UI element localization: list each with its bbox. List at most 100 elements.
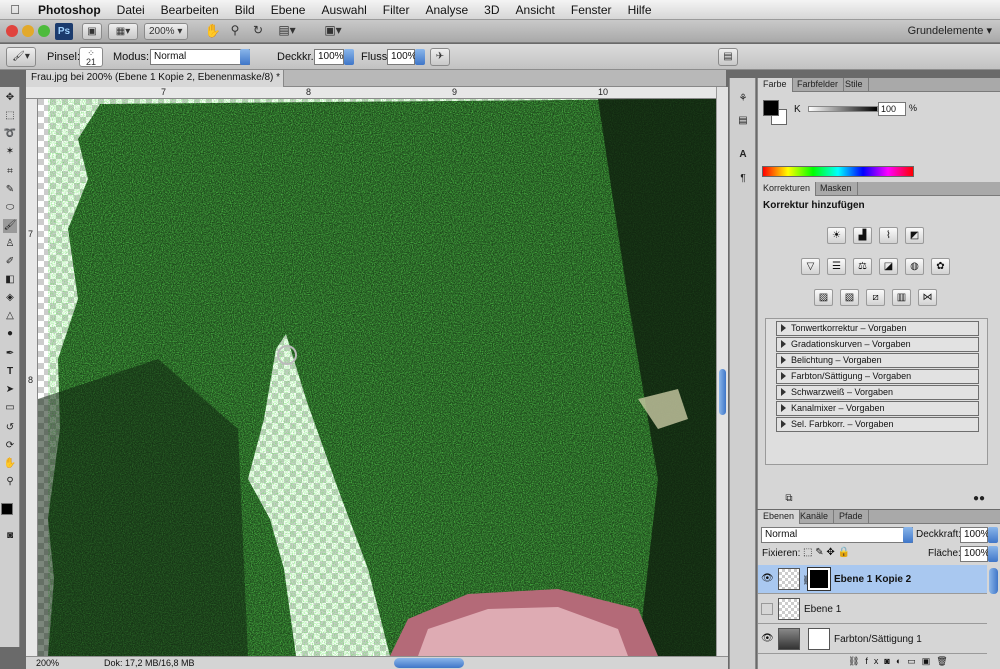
paragraph-icon[interactable]: ¶ (736, 172, 750, 186)
foreground-color-swatch[interactable] (1, 503, 13, 515)
layer-opacity-input[interactable]: 100% (960, 527, 990, 543)
hand-tool-icon[interactable]: ✋ (204, 23, 222, 40)
eye-icon[interactable]: 👁 (761, 633, 774, 645)
fill-dropdown-arrow-icon[interactable] (988, 546, 998, 562)
blend-mode-dropdown-arrow-icon[interactable] (903, 527, 913, 543)
zoom-tool-icon[interactable]: ⚲ (3, 475, 17, 489)
eraser-tool-icon[interactable]: ◧ (3, 273, 17, 287)
arrange-documents-icon[interactable]: ▤▾ (276, 23, 298, 40)
tab-masken[interactable]: Masken (815, 182, 858, 196)
airbrush-icon[interactable]: ✈ (430, 48, 450, 66)
layer-action-icons[interactable]: ⛓fx◙◐▭▣🗑 (848, 656, 954, 667)
reset-icon[interactable]: ●● (972, 492, 986, 506)
history-brush-tool-icon[interactable]: ✐ (3, 255, 17, 269)
menu-ebene[interactable]: Ebene (263, 3, 314, 17)
zoom-window-button[interactable] (38, 25, 50, 37)
tab-korrekturen[interactable]: Korrekturen (758, 182, 817, 196)
hue-saturation-icon[interactable]: ☰ (827, 258, 846, 275)
deckkraft-dropdown-arrow-icon[interactable] (344, 49, 354, 65)
type-tool-icon[interactable]: T (3, 365, 17, 379)
foreground-color-swatch[interactable] (763, 100, 779, 116)
layer-mask-thumbnail[interactable] (808, 628, 830, 650)
list-item[interactable]: Gradationskurven – Vorgaben (776, 337, 979, 352)
layer-row[interactable]: 👁 ⛓ Ebene 1 Kopie 2 (758, 565, 987, 594)
vibrance-icon[interactable]: ▽ (801, 258, 820, 275)
list-item[interactable]: Tonwertkorrektur – Vorgaben (776, 321, 979, 336)
image-canvas[interactable] (38, 99, 716, 656)
selective-color-icon[interactable]: ⋈ (918, 289, 937, 306)
menu-3d[interactable]: 3D (476, 3, 507, 17)
3d-orbit-tool-icon[interactable]: ⟳ (3, 439, 17, 453)
menu-analyse[interactable]: Analyse (417, 3, 476, 17)
tab-ebenen[interactable]: Ebenen (758, 510, 801, 524)
tab-farbfelder[interactable]: Farbfelder (792, 78, 845, 92)
tab-stile[interactable]: Stile (840, 78, 869, 92)
list-item[interactable]: Farbton/Sättigung – Vorgaben (776, 369, 979, 384)
menu-hilfe[interactable]: Hilfe (620, 3, 660, 17)
menu-bearbeiten[interactable]: Bearbeiten (153, 3, 227, 17)
bridge-icon[interactable]: ▣ (82, 23, 102, 40)
crop-tool-icon[interactable]: ⌗ (3, 165, 17, 179)
visibility-toggle-off[interactable] (761, 603, 773, 615)
marquee-tool-icon[interactable]: ⬚ (3, 109, 17, 123)
lasso-tool-icon[interactable]: ➰ (3, 127, 17, 141)
layer-row[interactable]: 👁 Farbton/Sättigung 1 (758, 625, 987, 654)
workspace-switcher[interactable]: Grundelemente ▾ (908, 24, 992, 37)
modus-select[interactable]: Normal (150, 49, 250, 65)
list-item[interactable]: Belichtung – Vorgaben (776, 353, 979, 368)
apple-icon[interactable]:  (0, 2, 30, 17)
dodge-tool-icon[interactable]: ● (3, 327, 17, 341)
k-slider[interactable] (808, 106, 878, 112)
menu-bild[interactable]: Bild (227, 3, 263, 17)
character-icon[interactable]: A (736, 148, 750, 162)
eyedropper-tool-icon[interactable]: ✎ (3, 183, 17, 197)
color-spectrum-bar[interactable] (762, 166, 914, 177)
deckkraft-input[interactable]: 100% (314, 49, 344, 65)
modus-dropdown-arrow-icon[interactable] (240, 49, 250, 65)
layer-mask-thumbnail[interactable] (807, 567, 831, 591)
clip-to-layer-icon[interactable]: ⧉ (782, 492, 796, 506)
photo-filter-icon[interactable]: ◍ (905, 258, 924, 275)
magic-wand-tool-icon[interactable]: ✶ (3, 145, 17, 159)
exposure-icon[interactable]: ◩ (905, 227, 924, 244)
view-extras-icon[interactable]: ▦▾ (108, 23, 138, 40)
k-value-input[interactable]: 100 (878, 102, 906, 116)
status-zoom[interactable]: 200% (36, 658, 59, 668)
document-tab[interactable]: Frau.jpg bei 200% (Ebene 1 Kopie 2, Eben… (26, 70, 284, 87)
rotate-view-icon[interactable]: ↻ (249, 23, 267, 40)
eye-icon[interactable]: 👁 (761, 573, 774, 585)
posterize-icon[interactable]: ▧ (840, 289, 859, 306)
fluss-dropdown-arrow-icon[interactable] (415, 49, 425, 65)
menu-fenster[interactable]: Fenster (563, 3, 620, 17)
canvas-vertical-scrollbar[interactable] (716, 87, 728, 656)
levels-icon[interactable]: ▟ (853, 227, 872, 244)
blur-tool-icon[interactable]: △ (3, 309, 17, 323)
tab-pfade[interactable]: Pfade (834, 510, 869, 524)
panel-toggle-icon[interactable]: ▤ (718, 48, 738, 66)
brightness-contrast-icon[interactable]: ☀ (827, 227, 846, 244)
path-selection-tool-icon[interactable]: ➤ (3, 383, 17, 397)
list-item[interactable]: Kanalmixer – Vorgaben (776, 401, 979, 416)
healing-brush-tool-icon[interactable]: ⬭ (3, 201, 17, 215)
quick-mask-icon[interactable]: ◙ (3, 529, 17, 543)
fluss-input[interactable]: 100% (387, 49, 417, 65)
history-icon[interactable]: ⚘ (736, 92, 750, 106)
brush-size-picker[interactable]: ⁘ 21 (79, 47, 103, 67)
menu-datei[interactable]: Datei (109, 3, 153, 17)
invert-icon[interactable]: ▨ (814, 289, 833, 306)
scrollbar-thumb[interactable] (719, 369, 726, 415)
pen-tool-icon[interactable]: ✒ (3, 347, 17, 361)
gradient-map-icon[interactable]: ▥ (892, 289, 911, 306)
blend-mode-select[interactable]: Normal (761, 527, 913, 543)
list-item[interactable]: Sel. Farbkorr. – Vorgaben (776, 417, 979, 432)
actions-icon[interactable]: ▤ (736, 114, 750, 128)
screen-mode-icon[interactable]: ▣▾ (318, 23, 348, 40)
threshold-icon[interactable]: ⧄ (866, 289, 885, 306)
tab-farbe[interactable]: Farbe (758, 78, 793, 92)
channel-mixer-icon[interactable]: ✿ (931, 258, 950, 275)
clone-stamp-tool-icon[interactable]: ♙ (3, 237, 17, 251)
black-white-icon[interactable]: ◪ (879, 258, 898, 275)
layer-row[interactable]: Ebene 1 (758, 595, 987, 624)
color-balance-icon[interactable]: ⚖ (853, 258, 872, 275)
list-item[interactable]: Schwarzweiß – Vorgaben (776, 385, 979, 400)
